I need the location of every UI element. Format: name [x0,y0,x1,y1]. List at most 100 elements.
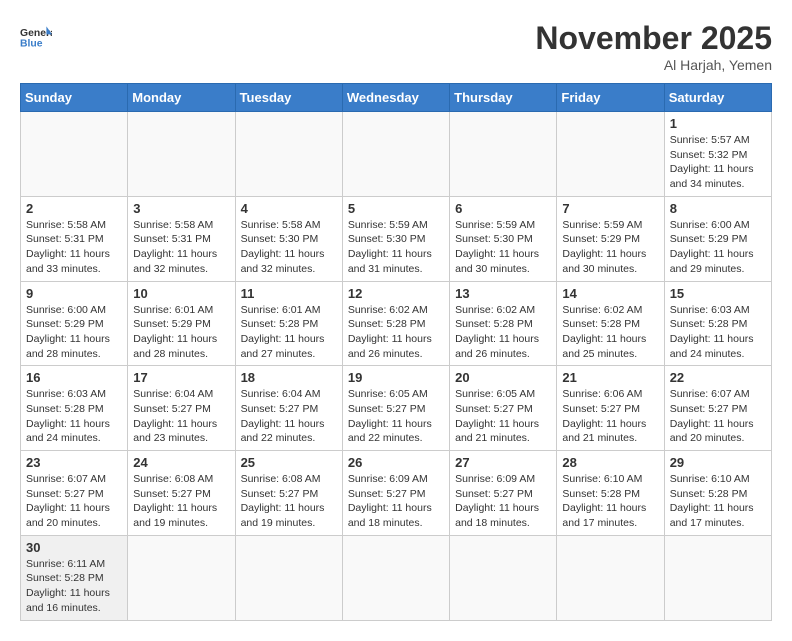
day-number: 9 [26,286,122,301]
day-info: Sunrise: 6:00 AM Sunset: 5:29 PM Dayligh… [26,303,122,362]
calendar-day-cell: 4Sunrise: 5:58 AM Sunset: 5:30 PM Daylig… [235,196,342,281]
day-number: 18 [241,370,337,385]
day-info: Sunrise: 6:02 AM Sunset: 5:28 PM Dayligh… [562,303,658,362]
calendar-day-cell: 12Sunrise: 6:02 AM Sunset: 5:28 PM Dayli… [342,281,449,366]
day-info: Sunrise: 5:59 AM Sunset: 5:30 PM Dayligh… [348,218,444,277]
day-number: 27 [455,455,551,470]
day-number: 6 [455,201,551,216]
calendar-day-cell: 23 Sunrise: 6:07 AM Sunset: 5:27 PM Dayli… [21,451,128,536]
day-info: Sunrise: 6:03 AM Sunset: 5:28 PM Dayligh… [670,303,766,362]
calendar-day-cell: 17Sunrise: 6:04 AM Sunset: 5:27 PM Dayli… [128,366,235,451]
calendar-day-cell: 30 Sunrise: 6:11 AM Sunset: 5:28 PM Dayli… [21,535,128,620]
column-header-tuesday: Tuesday [235,84,342,112]
calendar-day-cell: 13 Sunrise: 6:02 AM Sunset: 5:28 PM Dayli… [450,281,557,366]
day-number: 19 [348,370,444,385]
day-info: Sunrise: 6:07 AM Sunset: 5:27 PM Dayligh… [26,472,122,531]
calendar-day-cell [450,112,557,197]
day-number: 16 [26,370,122,385]
calendar-day-cell: 25 Sunrise: 6:08 AM Sunset: 5:27 PM Dayli… [235,451,342,536]
calendar-week-row: 30 Sunrise: 6:11 AM Sunset: 5:28 PM Dayli… [21,535,772,620]
calendar-day-cell: 21 Sunrise: 6:06 AM Sunset: 5:27 PM Dayli… [557,366,664,451]
calendar-day-cell [235,535,342,620]
calendar-day-cell: 7Sunrise: 5:59 AM Sunset: 5:29 PM Daylig… [557,196,664,281]
calendar-day-cell [342,535,449,620]
column-header-friday: Friday [557,84,664,112]
day-info: Sunrise: 5:59 AM Sunset: 5:30 PM Dayligh… [455,218,551,277]
calendar-week-row: 16Sunrise: 6:03 AM Sunset: 5:28 PM Dayli… [21,366,772,451]
day-number: 20 [455,370,551,385]
page-header: General Blue November 2025 Al Harjah, Ye… [20,20,772,73]
calendar-day-cell [342,112,449,197]
day-number: 28 [562,455,658,470]
calendar-day-cell [21,112,128,197]
day-info: Sunrise: 6:01 AM Sunset: 5:28 PM Dayligh… [241,303,337,362]
calendar-day-cell: 24 Sunrise: 6:08 AM Sunset: 5:27 PM Dayli… [128,451,235,536]
calendar-day-cell: 3 Sunrise: 5:58 AM Sunset: 5:31 PM Daylig… [128,196,235,281]
calendar-day-cell: 15Sunrise: 6:03 AM Sunset: 5:28 PM Dayli… [664,281,771,366]
column-header-monday: Monday [128,84,235,112]
day-number: 24 [133,455,229,470]
day-number: 25 [241,455,337,470]
day-number: 2 [26,201,122,216]
day-number: 21 [562,370,658,385]
day-info: Sunrise: 6:04 AM Sunset: 5:27 PM Dayligh… [241,387,337,446]
calendar-day-cell [235,112,342,197]
calendar-week-row: 1Sunrise: 5:57 AM Sunset: 5:32 PM Daylig… [21,112,772,197]
day-info: Sunrise: 6:02 AM Sunset: 5:28 PM Dayligh… [348,303,444,362]
calendar-day-cell: 26 Sunrise: 6:09 AM Sunset: 5:27 PM Dayli… [342,451,449,536]
calendar-day-cell [664,535,771,620]
calendar-day-cell: 2Sunrise: 5:58 AM Sunset: 5:31 PM Daylig… [21,196,128,281]
day-info: Sunrise: 6:07 AM Sunset: 5:27 PM Dayligh… [670,387,766,446]
day-number: 29 [670,455,766,470]
day-number: 11 [241,286,337,301]
calendar-day-cell: 28Sunrise: 6:10 AM Sunset: 5:28 PM Dayli… [557,451,664,536]
calendar-day-cell: 10 Sunrise: 6:01 AM Sunset: 5:29 PM Dayli… [128,281,235,366]
day-info: Sunrise: 6:11 AM Sunset: 5:28 PM Dayligh… [26,557,122,616]
calendar-day-cell: 14 Sunrise: 6:02 AM Sunset: 5:28 PM Dayli… [557,281,664,366]
day-number: 4 [241,201,337,216]
day-number: 22 [670,370,766,385]
calendar-day-cell: 18 Sunrise: 6:04 AM Sunset: 5:27 PM Dayli… [235,366,342,451]
day-number: 26 [348,455,444,470]
day-info: Sunrise: 6:05 AM Sunset: 5:27 PM Dayligh… [455,387,551,446]
day-number: 3 [133,201,229,216]
column-header-thursday: Thursday [450,84,557,112]
day-number: 5 [348,201,444,216]
day-info: Sunrise: 6:01 AM Sunset: 5:29 PM Dayligh… [133,303,229,362]
calendar-day-cell: 11 Sunrise: 6:01 AM Sunset: 5:28 PM Dayli… [235,281,342,366]
calendar-day-cell: 22 Sunrise: 6:07 AM Sunset: 5:27 PM Dayli… [664,366,771,451]
calendar-day-cell: 6 Sunrise: 5:59 AM Sunset: 5:30 PM Daylig… [450,196,557,281]
day-info: Sunrise: 5:58 AM Sunset: 5:31 PM Dayligh… [133,218,229,277]
day-info: Sunrise: 6:06 AM Sunset: 5:27 PM Dayligh… [562,387,658,446]
day-number: 23 [26,455,122,470]
day-info: Sunrise: 5:57 AM Sunset: 5:32 PM Dayligh… [670,133,766,192]
day-info: Sunrise: 6:09 AM Sunset: 5:27 PM Dayligh… [455,472,551,531]
day-number: 14 [562,286,658,301]
calendar-day-cell: 5 Sunrise: 5:59 AM Sunset: 5:30 PM Daylig… [342,196,449,281]
day-info: Sunrise: 6:08 AM Sunset: 5:27 PM Dayligh… [241,472,337,531]
day-info: Sunrise: 6:09 AM Sunset: 5:27 PM Dayligh… [348,472,444,531]
calendar-week-row: 2 Sunrise: 5:58 AM Sunset: 5:31 PM Daylig… [21,196,772,281]
calendar-day-cell [450,535,557,620]
calendar-table: SundayMondayTuesdayWednesdayThursdayFrid… [20,83,772,621]
day-info: Sunrise: 6:08 AM Sunset: 5:27 PM Dayligh… [133,472,229,531]
day-info: Sunrise: 5:59 AM Sunset: 5:29 PM Dayligh… [562,218,658,277]
calendar-week-row: 9 Sunrise: 6:00 AM Sunset: 5:29 PM Daylig… [21,281,772,366]
day-number: 10 [133,286,229,301]
day-number: 13 [455,286,551,301]
day-number: 30 [26,540,122,555]
calendar-day-cell [557,535,664,620]
svg-text:Blue: Blue [20,38,43,49]
calendar-day-cell [128,535,235,620]
day-number: 17 [133,370,229,385]
calendar-day-cell: 8Sunrise: 6:00 AM Sunset: 5:29 PM Daylig… [664,196,771,281]
calendar-week-row: 23 Sunrise: 6:07 AM Sunset: 5:27 PM Dayli… [21,451,772,536]
day-info: Sunrise: 6:02 AM Sunset: 5:28 PM Dayligh… [455,303,551,362]
day-number: 8 [670,201,766,216]
logo-icon: General Blue [20,20,52,52]
calendar-day-cell [128,112,235,197]
day-info: Sunrise: 6:10 AM Sunset: 5:28 PM Dayligh… [670,472,766,531]
column-header-wednesday: Wednesday [342,84,449,112]
calendar-day-cell: 29 Sunrise: 6:10 AM Sunset: 5:28 PM Dayli… [664,451,771,536]
calendar-day-cell [557,112,664,197]
